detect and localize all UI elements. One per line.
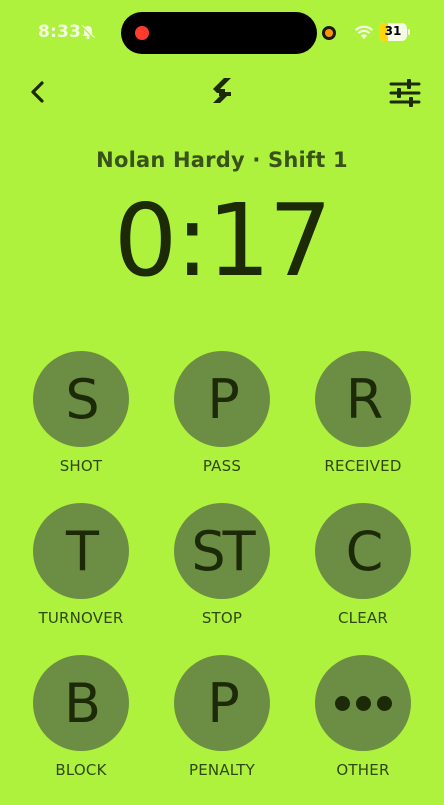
recording-indicator-icon bbox=[135, 26, 149, 40]
clear-label: CLEAR bbox=[338, 609, 388, 627]
penalty-symbol: P bbox=[174, 655, 270, 751]
battery-percent: 31 bbox=[384, 24, 402, 38]
more-dots-icon bbox=[315, 655, 411, 751]
other-label: OTHER bbox=[336, 761, 390, 779]
bolt-logo-icon bbox=[213, 78, 231, 103]
penalty-button[interactable]: P PENALTY bbox=[152, 655, 292, 805]
block-button[interactable]: B BLOCK bbox=[11, 655, 151, 805]
back-button[interactable] bbox=[20, 74, 56, 110]
penalty-label: PENALTY bbox=[188, 761, 256, 779]
stop-symbol: ST bbox=[174, 503, 270, 599]
block-symbol: B bbox=[33, 655, 129, 751]
camera-indicator-icon bbox=[322, 26, 336, 40]
wifi-icon bbox=[354, 25, 374, 39]
shift-timer: 0:17 bbox=[113, 182, 333, 299]
battery-cap bbox=[408, 29, 410, 35]
bell-muted-icon bbox=[81, 25, 95, 40]
player-shift-title: Nolan Hardy · Shift 1 bbox=[96, 148, 348, 172]
status-time: 8:33 bbox=[38, 22, 82, 42]
clear-symbol: C bbox=[315, 503, 411, 599]
sliders-icon bbox=[389, 79, 421, 107]
shot-label: SHOT bbox=[59, 457, 103, 475]
turnover-button[interactable]: T TURNOVER bbox=[11, 503, 151, 653]
block-label: BLOCK bbox=[55, 761, 107, 779]
dynamic-island bbox=[121, 12, 317, 54]
turnover-symbol: T bbox=[33, 503, 129, 599]
clear-button[interactable]: C CLEAR bbox=[293, 503, 433, 653]
chevron-left-icon bbox=[31, 81, 44, 103]
received-button[interactable]: R RECEIVED bbox=[293, 351, 433, 501]
pass-symbol: P bbox=[174, 351, 270, 447]
other-button[interactable]: OTHER bbox=[293, 655, 433, 805]
stop-label: STOP bbox=[201, 609, 243, 627]
received-symbol: R bbox=[315, 351, 411, 447]
filter-settings-button[interactable] bbox=[386, 74, 424, 112]
pass-label: PASS bbox=[202, 457, 242, 475]
received-label: RECEIVED bbox=[324, 457, 402, 475]
shot-symbol: S bbox=[33, 351, 129, 447]
shot-button[interactable]: S SHOT bbox=[11, 351, 151, 501]
battery-icon: 31 bbox=[379, 23, 407, 41]
stop-button[interactable]: ST STOP bbox=[152, 503, 292, 653]
status-bar: 8:33 31 bbox=[0, 0, 444, 66]
turnover-label: TURNOVER bbox=[38, 609, 124, 627]
pass-button[interactable]: P PASS bbox=[152, 351, 292, 501]
